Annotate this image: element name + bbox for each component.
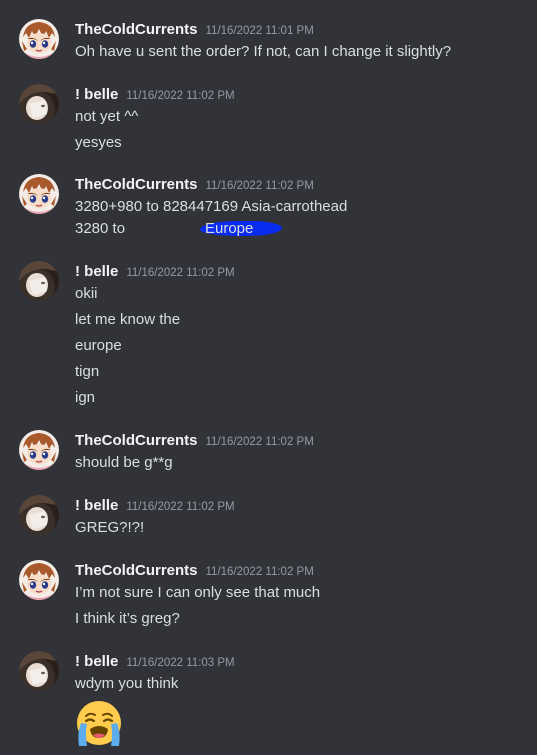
message-text: ign: [75, 389, 96, 406]
message-header: TheColdCurrents 11/16/2022 11:02 PM: [75, 430, 314, 452]
message-header: ! belle 11/16/2022 11:02 PM: [75, 495, 235, 517]
message-text: let me know the: [75, 311, 181, 328]
username[interactable]: TheColdCurrents: [75, 560, 198, 582]
message-text: 3280 to: [75, 220, 126, 237]
anime-avatar-icon[interactable]: [19, 430, 59, 470]
username[interactable]: TheColdCurrents: [75, 174, 198, 196]
timestamp: 11/16/2022 11:02 PM: [205, 436, 314, 448]
message-header: ! belle 11/16/2022 11:02 PM: [75, 261, 235, 283]
username[interactable]: ! belle: [75, 261, 118, 283]
message-text: I think it’s greg?: [75, 610, 180, 627]
username[interactable]: TheColdCurrents: [75, 430, 198, 452]
timestamp: 11/16/2022 11:02 PM: [205, 566, 314, 578]
message-header: TheColdCurrents 11/16/2022 11:02 PM: [75, 560, 314, 582]
timestamp: 11/16/2022 11:02 PM: [126, 267, 235, 279]
photo-avatar-icon[interactable]: [19, 495, 59, 535]
message-header: ! belle 11/16/2022 11:02 PM: [75, 84, 235, 106]
anime-avatar-icon[interactable]: [19, 19, 59, 59]
message-text: 3280+980 to 828447169 Asia-carrothead: [75, 198, 348, 215]
timestamp: 11/16/2022 11:01 PM: [205, 25, 314, 37]
username[interactable]: ! belle: [75, 84, 118, 106]
username[interactable]: ! belle: [75, 651, 118, 673]
message-text: not yet ^^: [75, 108, 139, 125]
message-text: wdym you think: [75, 675, 179, 692]
message-text: Europe: [205, 220, 254, 237]
timestamp: 11/16/2022 11:02 PM: [205, 180, 314, 192]
chat-message-list: TheColdCurrents 11/16/2022 11:01 PM Oh h…: [0, 0, 537, 755]
message-header: ! belle 11/16/2022 11:03 PM: [75, 651, 235, 673]
message-text: GREG?!?!: [75, 519, 145, 536]
loudly-crying-face-icon[interactable]: [73, 699, 125, 747]
photo-avatar-icon[interactable]: [19, 651, 59, 691]
anime-avatar-icon[interactable]: [19, 174, 59, 214]
photo-avatar-icon[interactable]: [19, 84, 59, 124]
message-text-redacted: 3280 to Europe: [75, 218, 282, 240]
message-header: TheColdCurrents 11/16/2022 11:01 PM: [75, 19, 314, 41]
username[interactable]: ! belle: [75, 495, 118, 517]
message-text: europe: [75, 337, 122, 354]
timestamp: 11/16/2022 11:02 PM: [126, 501, 235, 513]
message-text: okii: [75, 285, 98, 302]
username[interactable]: TheColdCurrents: [75, 19, 198, 41]
timestamp: 11/16/2022 11:03 PM: [126, 657, 235, 669]
message-text: yesyes: [75, 134, 122, 151]
message-text: should be g**g: [75, 454, 173, 471]
message-text: I’m not sure I can only see that much: [75, 584, 321, 601]
timestamp: 11/16/2022 11:02 PM: [126, 90, 235, 102]
photo-avatar-icon[interactable]: [19, 261, 59, 301]
message-header: TheColdCurrents 11/16/2022 11:02 PM: [75, 174, 314, 196]
message-text: tign: [75, 363, 100, 380]
message-text: Oh have u sent the order? If not, can I …: [75, 43, 452, 60]
anime-avatar-icon[interactable]: [19, 560, 59, 600]
